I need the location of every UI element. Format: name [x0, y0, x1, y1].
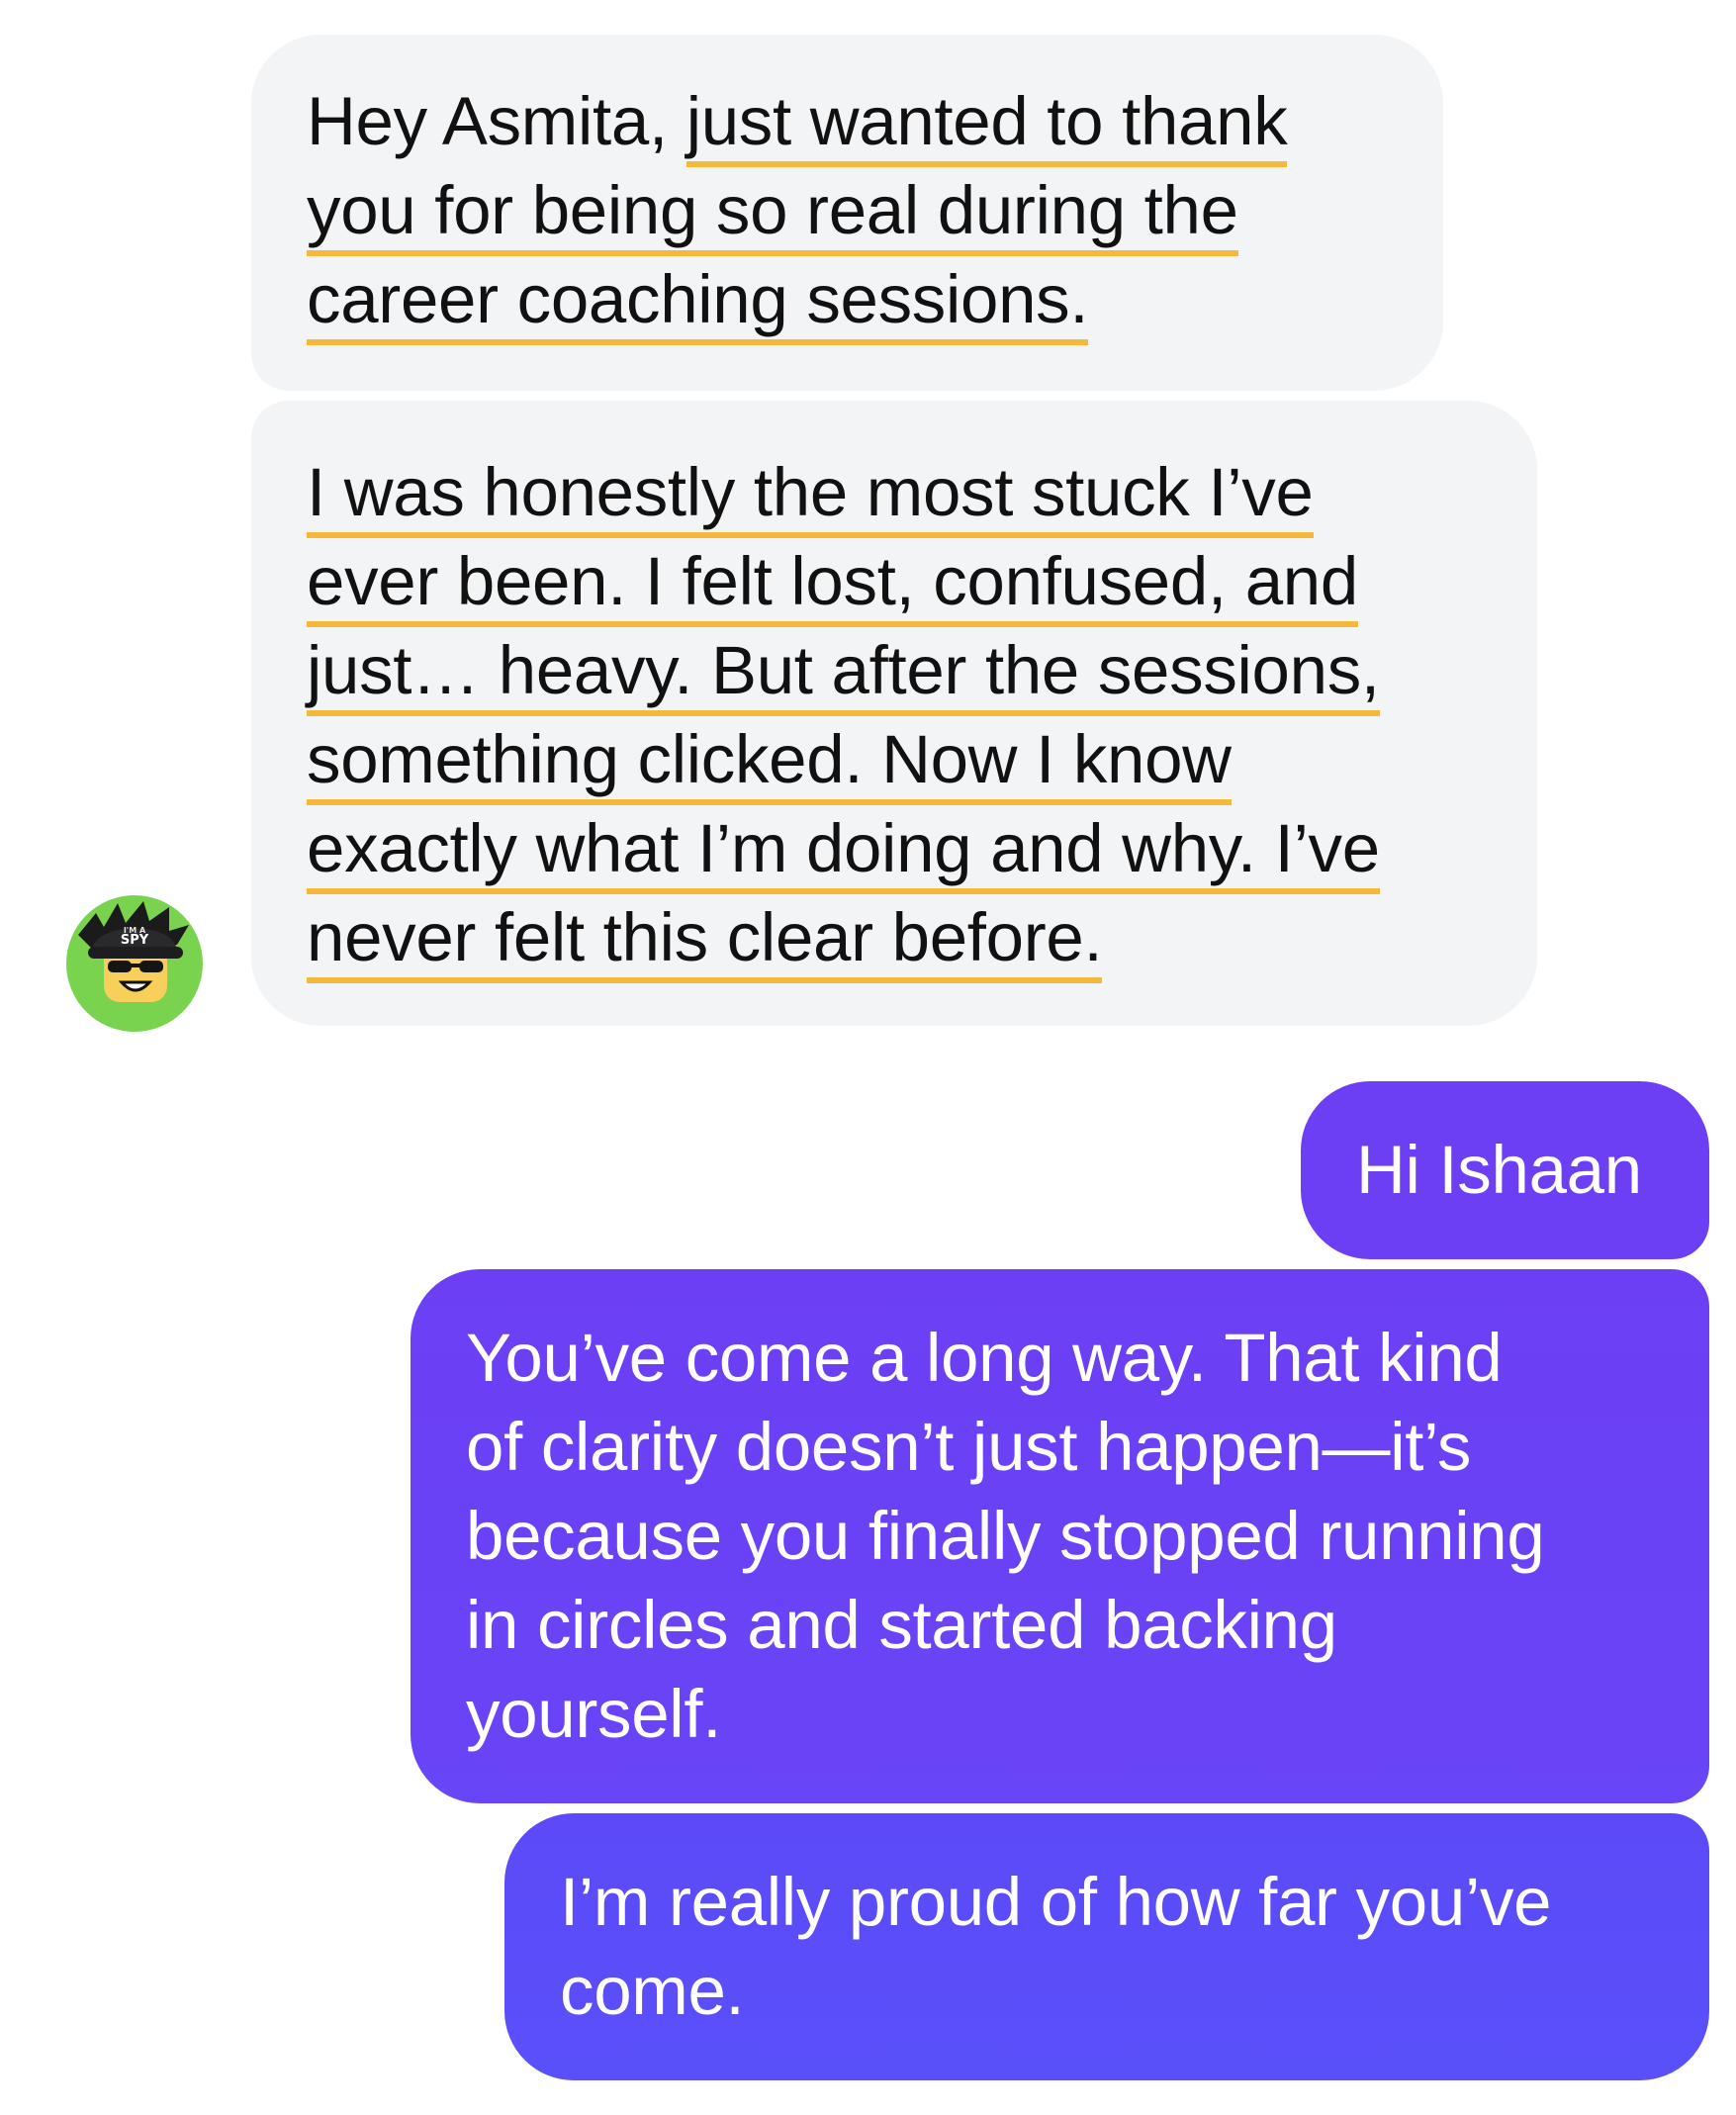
- underlined-text: never felt this clear before.: [307, 899, 1103, 983]
- message-line: career coaching sessions.: [307, 255, 1443, 345]
- message-line: ever been. I felt lost, confused, and: [307, 537, 1537, 627]
- message-text: in circles and started backing: [466, 1587, 1337, 1663]
- outgoing-message-bubble[interactable]: You’ve come a long way. That kind of cla…: [411, 1269, 1709, 1803]
- underlined-text: exactly what I’m doing and why. I’ve: [307, 810, 1380, 894]
- message-line: never felt this clear before.: [307, 893, 1537, 983]
- message-text: yourself.: [466, 1676, 722, 1752]
- message-text: come.: [560, 1953, 745, 2029]
- message-line: exactly what I’m doing and why. I’ve: [307, 804, 1537, 894]
- underlined-text: you for being so real during the: [307, 172, 1238, 256]
- message-line: something clicked. Now I know: [307, 715, 1537, 805]
- outgoing-message-bubble[interactable]: I’m really proud of how far you’ve come.: [504, 1813, 1709, 2080]
- message-text: Hey Asmita,: [307, 83, 686, 159]
- message-text: of clarity doesn’t just happen—it’s: [466, 1409, 1472, 1485]
- underlined-text: just… heavy. But after the sessions,: [307, 632, 1380, 716]
- message-line: you for being so real during the: [307, 166, 1443, 256]
- message-text: Hi Ishaan: [1356, 1132, 1642, 1208]
- svg-text:SPY: SPY: [121, 933, 149, 948]
- incoming-message-bubble[interactable]: I was honestly the most stuck I’ve ever …: [251, 401, 1537, 1026]
- message-line: just… heavy. But after the sessions,: [307, 626, 1537, 716]
- contact-avatar[interactable]: I'M A SPY: [66, 895, 203, 1032]
- message-line: I was honestly the most stuck I’ve: [307, 448, 1537, 538]
- underlined-text: career coaching sessions.: [307, 261, 1089, 345]
- underlined-text: I was honestly the most stuck I’ve: [307, 454, 1314, 538]
- message-text: I’m really proud of how far you’ve: [560, 1864, 1552, 1940]
- underlined-text: ever been. I felt lost, confused, and: [307, 543, 1358, 627]
- underlined-text: something clicked. Now I know: [307, 721, 1232, 805]
- message-text: You’ve come a long way. That kind: [466, 1320, 1503, 1396]
- message-line: Hey Asmita, just wanted to thank: [307, 77, 1443, 167]
- roblox-spy-avatar-icon: I'M A SPY: [78, 901, 189, 1002]
- outgoing-message-bubble[interactable]: Hi Ishaan: [1301, 1081, 1709, 1259]
- message-text: because you finally stopped running: [466, 1498, 1545, 1574]
- incoming-message-bubble[interactable]: Hey Asmita, just wanted to thank you for…: [251, 35, 1443, 391]
- underlined-text: just wanted to thank: [685, 83, 1288, 167]
